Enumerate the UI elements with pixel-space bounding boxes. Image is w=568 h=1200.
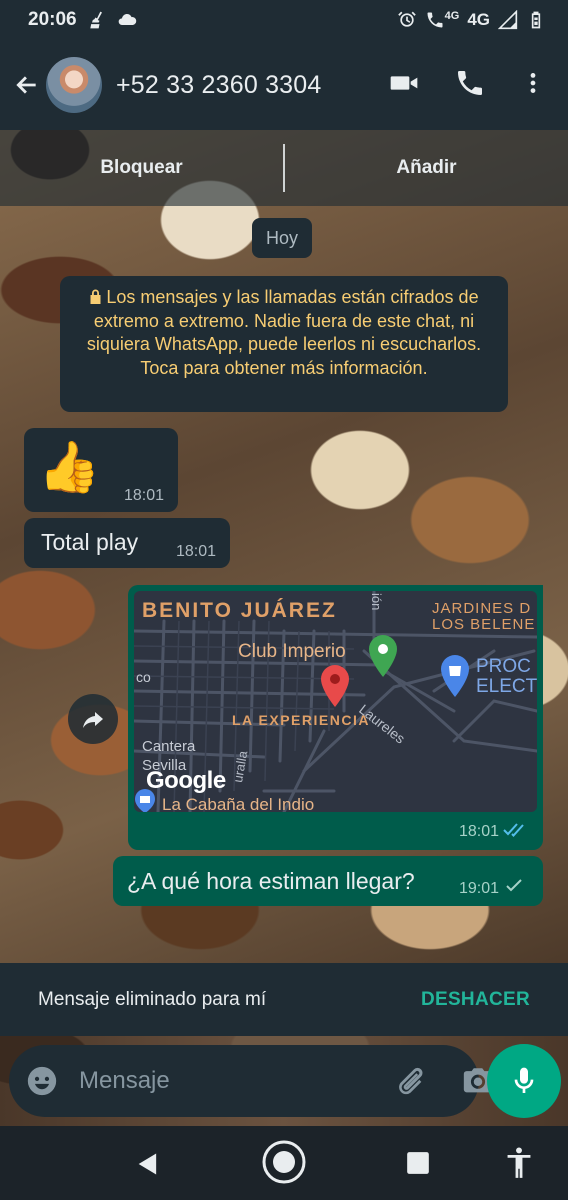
- map-label-area: BENITO JUÁREZ: [142, 599, 337, 622]
- store-pin-icon: [134, 789, 156, 812]
- avatar[interactable]: [46, 57, 102, 113]
- chat-header: +52 33 2360 3304: [0, 40, 568, 130]
- map-label-club: Club Imperio: [238, 641, 346, 662]
- message-bubble-in[interactable]: Total play 18:01: [24, 518, 230, 568]
- message-time: 19:01: [458, 880, 499, 897]
- chat-area[interactable]: Bloquear Añadir Hoy Los mensajes y las l…: [0, 130, 568, 963]
- message-time: 18:01: [175, 543, 216, 560]
- signal-icon: [498, 10, 518, 30]
- location-message[interactable]: BENITO JUÁREZ JARDINES D LOS BELENE ión …: [128, 585, 543, 850]
- shopping-pin-icon: [440, 655, 470, 702]
- sent-tick-icon: [505, 878, 523, 894]
- map-label-experiencia: LA EXPERIENCIA: [232, 712, 370, 728]
- broom-icon: [87, 10, 107, 30]
- video-call-icon[interactable]: [388, 67, 420, 104]
- paperclip-icon[interactable]: [393, 1064, 427, 1098]
- map-label-cabana: La Cabaña del Indio: [162, 795, 315, 812]
- nav-home-icon[interactable]: [260, 1138, 308, 1186]
- forward-button[interactable]: [68, 694, 118, 744]
- contact-name[interactable]: +52 33 2360 3304: [116, 71, 321, 100]
- nav-recents-icon[interactable]: [403, 1148, 433, 1178]
- battery-icon: [526, 10, 546, 30]
- red-pin-icon: [320, 665, 350, 712]
- undo-button[interactable]: DESHACER: [421, 989, 530, 1011]
- message-bubble-in[interactable]: 👍 18:01: [24, 428, 178, 512]
- more-options-icon[interactable]: [520, 67, 546, 104]
- thumbs-up-emoji: 👍: [38, 439, 101, 495]
- network-label-1: 4G: [444, 10, 460, 22]
- back-arrow-icon[interactable]: [12, 70, 42, 100]
- message-input[interactable]: [79, 1061, 389, 1101]
- status-time: 20:06: [28, 9, 77, 30]
- block-add-bar: Bloquear Añadir: [0, 130, 568, 206]
- google-logo: Google: [146, 767, 226, 794]
- block-button[interactable]: Bloquear: [0, 157, 283, 179]
- encryption-notice[interactable]: Los mensajes y las llamadas están cifrad…: [60, 276, 508, 412]
- map-label-jardines: JARDINES D LOS BELENE: [432, 600, 536, 633]
- add-contact-button[interactable]: Añadir: [285, 157, 568, 179]
- nav-back-icon[interactable]: [132, 1148, 164, 1180]
- message-bubble-out[interactable]: ¿A qué hora estiman llegar? 19:01: [113, 856, 543, 906]
- message-time: 18:01: [123, 487, 164, 504]
- message-text: ¿A qué hora estiman llegar?: [127, 868, 415, 894]
- divider: [283, 144, 285, 192]
- encryption-text: Los mensajes y las llamadas están cifrad…: [86, 287, 482, 378]
- system-nav-bar: [0, 1126, 568, 1200]
- snackbar-text: Mensaje eliminado para mí: [38, 988, 267, 1010]
- map-label-proc: PROC ELECT: [476, 656, 537, 697]
- phone-icon[interactable]: [454, 67, 486, 104]
- alarm-icon: [397, 10, 417, 30]
- network-label-2: 4G: [467, 10, 490, 29]
- message-time: 18:01: [458, 823, 499, 840]
- map-label-street: ión: [369, 593, 384, 611]
- message-text: Total play: [41, 529, 139, 555]
- cloud-icon: [117, 10, 137, 30]
- microphone-button[interactable]: [487, 1044, 561, 1118]
- map-preview[interactable]: BENITO JUÁREZ JARDINES D LOS BELENE ión …: [134, 591, 537, 812]
- status-bar: 20:06 4G 4G: [0, 0, 568, 40]
- microphone-icon: [514, 1067, 534, 1093]
- lock-icon: [89, 287, 102, 304]
- date-divider: Hoy: [252, 218, 313, 258]
- wifi-call-icon: [425, 10, 445, 30]
- snackbar: Mensaje eliminado para mí DESHACER: [0, 963, 568, 1036]
- map-label-co: co: [136, 669, 151, 685]
- forward-icon: [83, 712, 103, 728]
- read-ticks-icon: [503, 822, 529, 838]
- accessibility-icon[interactable]: [504, 1146, 534, 1180]
- emoji-icon[interactable]: [25, 1064, 59, 1098]
- message-composer: [9, 1045, 493, 1117]
- green-pin-icon: [368, 635, 398, 682]
